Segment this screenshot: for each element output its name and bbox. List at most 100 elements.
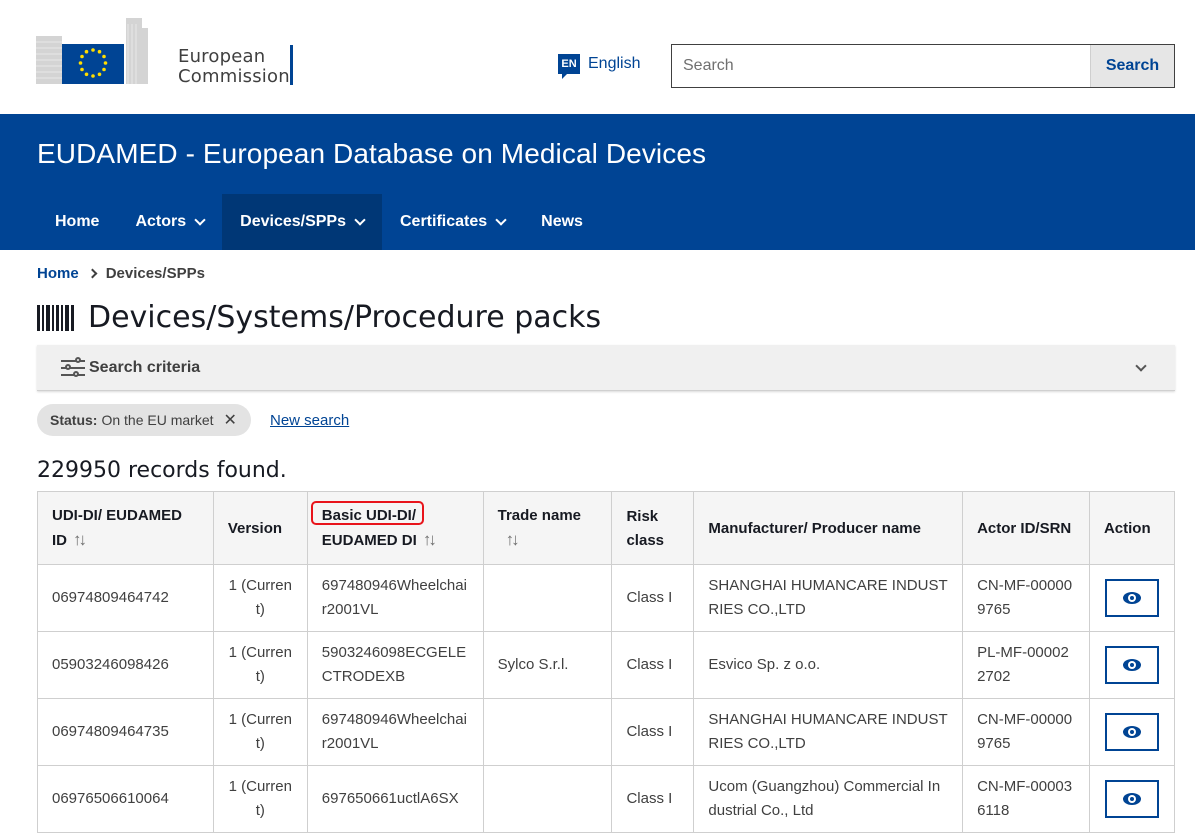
main-nav: Home Actors Devices/SPPs Certificates Ne… xyxy=(37,194,601,250)
col-manufacturer: Manufacturer/ Producer name xyxy=(693,491,964,565)
site-search: Search xyxy=(671,44,1175,88)
table-row: 06976506610064 1 (Current) 697650661uctl… xyxy=(37,765,1176,833)
site-header: European Commission EN English Search xyxy=(0,0,1195,114)
cell-version: 1 (Current) xyxy=(212,765,308,833)
cell-manufacturer: Ucom (Guangzhou) Commercial Industrial C… xyxy=(693,765,964,833)
status-filter-chip: Status: On the EU market ✕ xyxy=(37,404,251,436)
nav-item-news[interactable]: News xyxy=(523,194,601,250)
table-header-row: UDI-DI/ EUDAMED ID ↑↓ Version Basic UDI-D… xyxy=(37,491,1176,565)
european-commission-logo[interactable]: European Commission xyxy=(36,18,298,88)
col-action-label: Action xyxy=(1103,519,1151,537)
table-row: 06974809464742 1 (Current) 697480946Whee… xyxy=(37,564,1176,632)
col-udi-di-label: UDI-DI/ EUDAMED ID xyxy=(52,507,182,549)
chevron-down-icon xyxy=(194,214,206,226)
cell-manufacturer: SHANGHAI HUMANCARE INDUSTRIES CO.,LTD xyxy=(693,564,964,632)
col-trade-name-label: Trade name xyxy=(497,507,581,524)
col-risk-class-label: Risk class xyxy=(626,507,665,549)
col-udi-di[interactable]: UDI-DI/ EUDAMED ID ↑↓ xyxy=(37,491,214,565)
search-button[interactable]: Search xyxy=(1090,45,1174,87)
col-manufacturer-label: Manufacturer/ Producer name xyxy=(708,519,921,537)
breadcrumb: Home Devices/SPPs xyxy=(37,265,205,282)
cell-actor-id: PL-MF-000022702 xyxy=(962,631,1090,699)
org-name: European Commission xyxy=(178,47,290,87)
nav-item-label: Actors xyxy=(135,213,187,230)
filter-key: Status: xyxy=(50,412,98,428)
nav-item-certificates[interactable]: Certificates xyxy=(382,194,523,250)
col-basic-udi-di[interactable]: Basic UDI-DI/ EUDAMED DI ↑↓ xyxy=(306,491,484,565)
cell-risk-class: Class I xyxy=(611,698,695,766)
cell-risk-class: Class I xyxy=(611,631,695,699)
view-button[interactable] xyxy=(1104,579,1159,617)
cell-actor-id: CN-MF-000036118 xyxy=(962,765,1090,833)
col-trade-name[interactable]: Trade name ↑↓ xyxy=(482,491,613,565)
logo-divider xyxy=(290,45,293,85)
nav-item-label: Certificates xyxy=(400,213,488,230)
org-name-line2: Commission xyxy=(178,66,290,87)
site-title[interactable]: EUDAMED - European Database on Medical D… xyxy=(37,138,706,170)
cell-udi-di: 05903246098426 xyxy=(37,631,214,699)
cell-version: 1 (Current) xyxy=(212,698,308,766)
filters-icon xyxy=(61,356,85,378)
nav-item-label: Home xyxy=(55,213,100,230)
table-row: 06974809464735 1 (Current) 697480946Whee… xyxy=(37,698,1176,766)
language-selector[interactable]: EN English xyxy=(558,54,641,79)
site-banner: EUDAMED - European Database on Medical D… xyxy=(0,114,1195,250)
records-count: 229950 records found. xyxy=(37,458,287,483)
eye-icon xyxy=(1122,793,1141,805)
cell-basic-udi-di: 5903246098ECGELECTRODEXB xyxy=(306,631,484,699)
cell-basic-udi-di: 697480946Wheelchair2001VL xyxy=(306,698,484,766)
breadcrumb-home[interactable]: Home xyxy=(37,265,79,282)
eye-icon xyxy=(1122,726,1141,738)
filter-value: On the EU market xyxy=(101,412,214,428)
chevron-down-icon xyxy=(495,214,507,226)
nav-item-actors[interactable]: Actors xyxy=(117,194,222,250)
cell-actor-id: CN-MF-000009765 xyxy=(962,564,1090,632)
chevron-right-icon xyxy=(87,268,98,279)
eye-icon xyxy=(1122,592,1141,604)
table-row: 05903246098426 1 (Current) 5903246098ECG… xyxy=(37,631,1176,699)
nav-item-devices[interactable]: Devices/SPPs xyxy=(222,194,382,250)
language-label: English xyxy=(588,55,641,72)
col-risk-class: Risk class xyxy=(611,491,695,565)
cell-risk-class: Class I xyxy=(611,765,695,833)
new-search-link[interactable]: New search xyxy=(270,412,349,429)
cell-action xyxy=(1088,564,1176,632)
results-table: UDI-DI/ EUDAMED ID ↑↓ Version Basic UDI-D… xyxy=(37,491,1176,833)
page-title: Devices/Systems/Procedure packs xyxy=(37,300,601,335)
page-title-text: Devices/Systems/Procedure packs xyxy=(88,300,602,335)
cell-actor-id: CN-MF-000009765 xyxy=(962,698,1090,766)
cell-action xyxy=(1088,765,1176,833)
remove-filter-icon[interactable]: ✕ xyxy=(224,410,237,430)
cell-udi-di: 06976506610064 xyxy=(37,765,214,833)
sort-icon[interactable]: ↑↓ xyxy=(423,528,437,552)
cell-trade-name: Sylco S.r.l. xyxy=(482,631,613,699)
sort-icon[interactable]: ↑↓ xyxy=(506,528,520,552)
col-actor-id-label: Actor ID/SRN xyxy=(977,519,1072,537)
chevron-down-icon xyxy=(354,214,366,226)
view-button[interactable] xyxy=(1104,646,1159,684)
chevron-down-icon xyxy=(1135,360,1147,372)
cell-trade-name xyxy=(482,698,613,766)
search-criteria-toggle[interactable]: Search criteria xyxy=(37,345,1175,391)
eye-icon xyxy=(1122,659,1141,671)
org-name-line1: European xyxy=(178,46,266,67)
cell-manufacturer: Esvico Sp. z o.o. xyxy=(693,631,964,699)
cell-version: 1 (Current) xyxy=(212,564,308,632)
breadcrumb-current: Devices/SPPs xyxy=(105,265,205,282)
nav-item-label: Devices/SPPs xyxy=(240,213,346,230)
search-input[interactable] xyxy=(672,45,1090,87)
language-code-icon: EN xyxy=(558,54,580,79)
search-criteria-label: Search criteria xyxy=(89,358,201,376)
view-button[interactable] xyxy=(1104,780,1159,818)
nav-item-label: News xyxy=(541,213,583,230)
cell-manufacturer: SHANGHAI HUMANCARE INDUSTRIES CO.,LTD xyxy=(693,698,964,766)
view-button[interactable] xyxy=(1104,713,1159,751)
cell-udi-di: 06974809464735 xyxy=(37,698,214,766)
ec-building-icon xyxy=(36,18,148,84)
col-action: Action xyxy=(1088,491,1176,565)
sort-icon[interactable]: ↑↓ xyxy=(73,528,87,552)
nav-item-home[interactable]: Home xyxy=(37,194,117,250)
cell-trade-name xyxy=(482,564,613,632)
cell-risk-class: Class I xyxy=(611,564,695,632)
col-basic-udi-di-label: Basic UDI-DI/ EUDAMED DI xyxy=(321,507,417,549)
